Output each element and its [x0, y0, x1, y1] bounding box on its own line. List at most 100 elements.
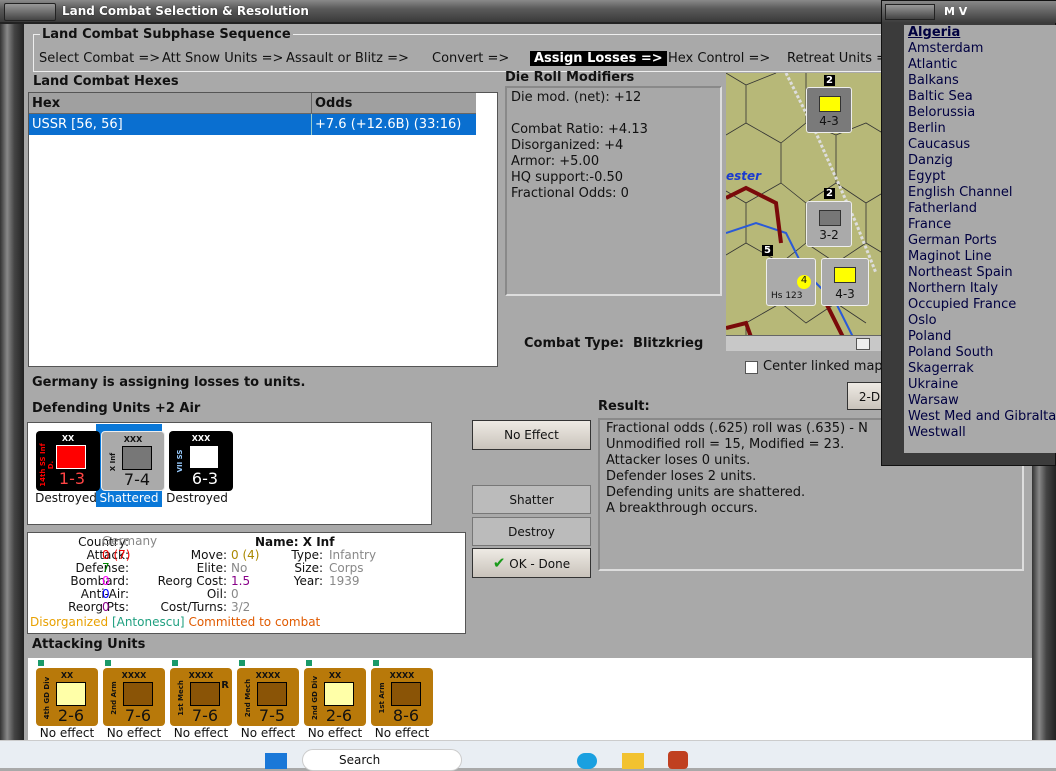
- bombard-value: 0: [102, 574, 110, 588]
- counter-value: 4-3: [819, 114, 839, 128]
- scroll-thumb[interactable]: [856, 338, 870, 350]
- step-select-combat: Select Combat =>: [39, 51, 161, 66]
- unit-value: 2-6: [325, 706, 353, 725]
- region-item[interactable]: Oslo: [904, 313, 1056, 329]
- destroy-button[interactable]: Destroy: [472, 517, 591, 546]
- step-hex-control: Hex Control =>: [668, 51, 771, 66]
- attacker-counter[interactable]: XX 2nd GD Div 2-6: [304, 668, 366, 726]
- move-label: Move:: [190, 548, 227, 562]
- committed-flag: Committed to combat: [188, 615, 321, 629]
- region-item[interactable]: Skagerrak: [904, 361, 1056, 377]
- map-counter[interactable]: 4-3: [806, 87, 852, 133]
- region-item[interactable]: Caucasus: [904, 137, 1056, 153]
- no-effect-button[interactable]: No Effect: [472, 420, 591, 450]
- cell-hex: USSR [56, 56]: [29, 114, 312, 135]
- map-counter[interactable]: 3-2: [806, 201, 852, 247]
- region-list[interactable]: Algeria Amsterdam Atlantic Balkans Baltic Se…: [904, 25, 1056, 453]
- region-item[interactable]: Northern Italy: [904, 281, 1056, 297]
- col-odds[interactable]: Odds: [312, 93, 476, 114]
- reorgcost-label: Reorg Cost:: [157, 574, 227, 588]
- defender-counter[interactable]: XXX X Inf 7-4: [101, 431, 165, 491]
- folder-icon[interactable]: [622, 753, 644, 769]
- region-item[interactable]: Amsterdam: [904, 41, 1056, 57]
- unit-value: 1-3: [58, 469, 86, 488]
- map-scrollbar[interactable]: [726, 335, 886, 351]
- edge-icon[interactable]: [577, 753, 597, 769]
- unit-status: No effect: [240, 726, 296, 740]
- unit-value: 6-3: [191, 469, 219, 488]
- attackers-title: Attacking Units: [32, 637, 146, 652]
- shatter-button[interactable]: Shatter: [472, 485, 591, 514]
- region-item[interactable]: Berlin: [904, 121, 1056, 137]
- region-item[interactable]: Baltic Sea: [904, 89, 1056, 105]
- region-item[interactable]: Northeast Spain: [904, 265, 1056, 281]
- game-icon[interactable]: [668, 751, 688, 769]
- mv-menu-button[interactable]: [885, 4, 935, 20]
- col-hex[interactable]: Hex: [29, 93, 312, 114]
- region-item[interactable]: Warsaw: [904, 393, 1056, 409]
- unit-status: No effect: [106, 726, 162, 740]
- unit-value: 7-5: [258, 706, 286, 725]
- region-item[interactable]: Poland: [904, 329, 1056, 345]
- table-header: Hex Odds: [29, 93, 497, 114]
- leader-name: [Antonescu]: [111, 615, 185, 629]
- hexes-table: Hex Odds USSR [56, 56] +7.6 (+12.6B) (33…: [28, 92, 498, 367]
- left-frame: [0, 24, 24, 740]
- region-item[interactable]: Belorussia: [904, 105, 1056, 121]
- mv-title: M V: [944, 5, 968, 18]
- status-dot-icon: [38, 660, 44, 666]
- air-counter[interactable]: 4 Hs 123: [766, 258, 816, 306]
- region-item[interactable]: English Channel: [904, 185, 1056, 201]
- type-value: Infantry: [329, 548, 377, 562]
- elite-label: Elite:: [196, 561, 227, 575]
- infantry-symbol: [56, 445, 86, 469]
- country-value: Germany: [102, 534, 158, 548]
- map-counter[interactable]: 4-3: [821, 258, 869, 306]
- region-item[interactable]: Balkans: [904, 73, 1056, 89]
- region-item[interactable]: Atlantic: [904, 57, 1056, 73]
- unit-name-label: Name: X Inf: [255, 535, 335, 549]
- attacker-counter[interactable]: XXXX 2nd Arm 7-6: [103, 668, 165, 726]
- region-item[interactable]: Occupied France: [904, 297, 1056, 313]
- region-item[interactable]: West Med and Gibraltar: [904, 409, 1056, 425]
- attacker-counter[interactable]: XXXX 1st Mech 7-6 R: [170, 668, 232, 726]
- region-item[interactable]: France: [904, 217, 1056, 233]
- region-item[interactable]: Poland South: [904, 345, 1056, 361]
- size-value: Corps: [329, 561, 364, 575]
- windows-start-icon[interactable]: [265, 753, 287, 769]
- region-item[interactable]: Egypt: [904, 169, 1056, 185]
- region-item[interactable]: German Ports: [904, 233, 1056, 249]
- defender-counter[interactable]: XX 14th SS Inf D. 1-3: [36, 431, 100, 491]
- attacker-counter[interactable]: XX 4th GD Div 2-6: [36, 668, 98, 726]
- table-row[interactable]: USSR [56, 56] +7.6 (+12.6B) (33:16): [29, 114, 497, 135]
- stack-count: 2: [824, 188, 835, 199]
- taskbar: Search: [0, 740, 1056, 771]
- mod-armor: Armor: +5.00: [511, 154, 600, 169]
- center-map-checkbox[interactable]: [745, 361, 758, 374]
- attacker-counter[interactable]: XXXX 2nd Mech 7-5: [237, 668, 299, 726]
- result-line: Defending units are shattered.: [606, 485, 806, 500]
- unit-status: No effect: [307, 726, 363, 740]
- linked-map[interactable]: ester 2 4-3 2 3-2 5 4 Hs 123 4-3: [726, 73, 886, 351]
- status-dot-icon: [105, 660, 111, 666]
- region-item[interactable]: Algeria: [904, 25, 1056, 41]
- attacker-counter[interactable]: XXXX 1st Arm 8-6: [371, 668, 433, 726]
- unit-value: 7-6: [124, 706, 152, 725]
- region-item[interactable]: Danzig: [904, 153, 1056, 169]
- attackers-box: XX 4th GD Div 2-6 No effect XXXX 2nd Arm…: [28, 658, 1032, 740]
- search-label: Search: [339, 753, 381, 767]
- reorgcost-value: 1.5: [231, 574, 251, 588]
- infantry-symbol: [819, 210, 841, 226]
- region-item[interactable]: Fatherland: [904, 201, 1056, 217]
- mod-ratio: Combat Ratio: +4.13: [511, 122, 648, 137]
- ok-done-button[interactable]: ✔ OK - Done: [472, 548, 591, 578]
- region-item[interactable]: Ukraine: [904, 377, 1056, 393]
- defender-counter[interactable]: XXX VII SS 6-3: [169, 431, 233, 491]
- combat-type-value: Blitzkrieg: [633, 336, 704, 351]
- region-item[interactable]: Maginot Line: [904, 249, 1056, 265]
- ok-label: OK - Done: [509, 557, 571, 571]
- move-value: 0 (4): [231, 548, 260, 562]
- window-menu-button[interactable]: [4, 3, 56, 21]
- region-item[interactable]: Westwall: [904, 425, 1056, 441]
